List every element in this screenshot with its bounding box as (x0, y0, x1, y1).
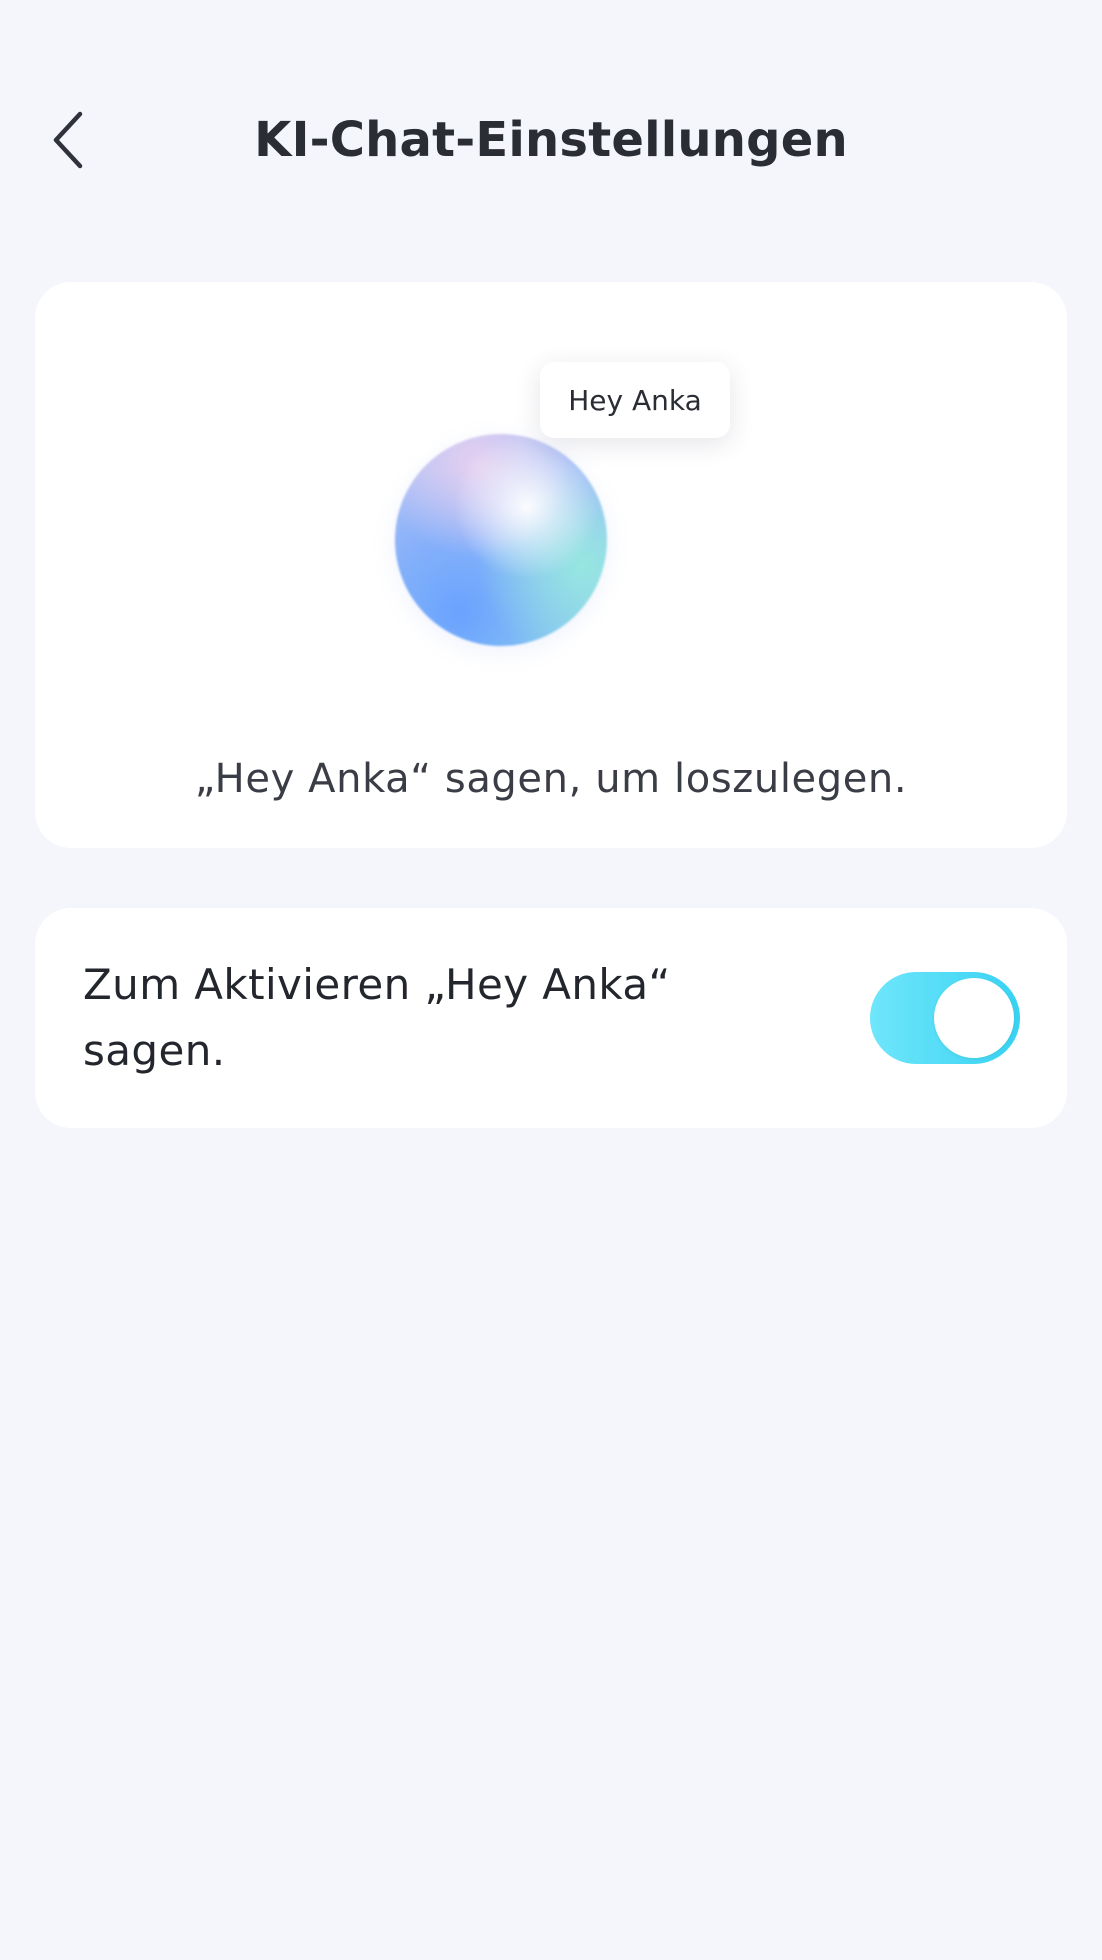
chevron-left-icon (53, 111, 83, 169)
assistant-orb (395, 434, 607, 646)
speech-bubble: Hey Anka (540, 362, 730, 438)
wake-word-toggle[interactable] (870, 972, 1020, 1064)
speech-bubble-text: Hey Anka (568, 383, 702, 417)
back-button[interactable] (48, 102, 112, 178)
page-title: KI-Chat-Einstellungen (254, 112, 848, 168)
wake-word-setting-card: Zum Aktivieren „Hey Anka“ sagen. (35, 908, 1067, 1128)
header: KI-Chat-Einstellungen (0, 90, 1102, 190)
toggle-knob (934, 978, 1014, 1058)
hero-caption: „Hey Anka“ sagen, um loszulegen. (194, 756, 908, 802)
wake-word-toggle-label: Zum Aktivieren „Hey Anka“ sagen. (83, 960, 671, 1075)
wake-word-preview-card: Hey Anka „Hey Anka“ sagen, um loszulegen… (35, 282, 1067, 848)
